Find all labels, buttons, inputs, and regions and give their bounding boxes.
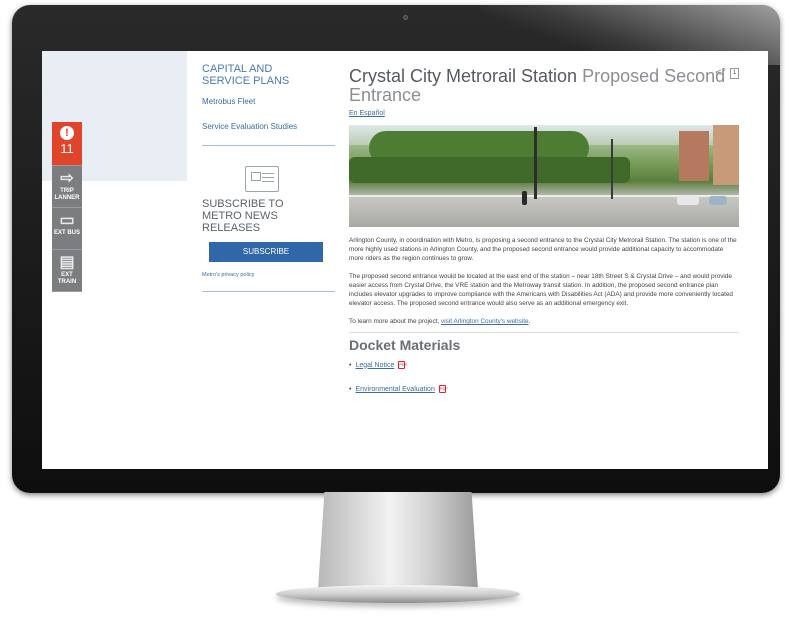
body-paragraph-3: To learn more about the project, visit A… (349, 317, 739, 326)
side-tools: ! 11 ⇨ TRIP LANNER ▭ EXT BUS ▤ EXT TRAIN (52, 122, 82, 292)
docket-item-label[interactable]: Legal Notice (355, 362, 394, 369)
trip-planner-label: TRIP LANNER (54, 188, 80, 201)
sidebar-link-service-evaluation[interactable]: Service Evaluation Studies (202, 122, 322, 131)
docket-item-environmental-evaluation[interactable]: • Environmental Evaluation PDF (349, 385, 739, 393)
monitor-stand-base (276, 585, 520, 603)
sidebar: CAPITAL AND SERVICE PLANS Metrobus Fleet… (202, 63, 335, 292)
next-train-label: EXT TRAIN (57, 272, 77, 285)
train-icon: ▤ (59, 254, 75, 271)
print-icon[interactable]: 1 (730, 67, 739, 79)
arrow-right-icon: ⇨ (60, 170, 74, 187)
para3-prefix: To learn more about the project, (349, 318, 442, 325)
espanol-link[interactable]: En Español (349, 110, 739, 117)
monitor-frame: ! 11 ⇨ TRIP LANNER ▭ EXT BUS ▤ EXT TRAIN… (12, 5, 780, 493)
sidebar-divider-bottom (202, 291, 335, 292)
subscribe-button[interactable]: SUBSCRIBE (209, 242, 323, 262)
alerts-count: 11 (60, 141, 74, 156)
main-content: <° 1 Crystal City Metrorail Station Prop… (349, 67, 739, 393)
webcam (403, 15, 408, 20)
pdf-icon: PDF (398, 361, 408, 369)
next-bus-tool[interactable]: ▭ EXT BUS (52, 208, 82, 250)
next-train-tool[interactable]: ▤ EXT TRAIN (52, 250, 82, 292)
page-title: Crystal City Metrorail Station Proposed … (349, 67, 739, 105)
next-bus-label: EXT BUS (53, 230, 80, 236)
para3-suffix: . (528, 318, 531, 325)
monitor-stand-neck (318, 492, 478, 590)
bus-icon: ▭ (59, 212, 75, 229)
body-paragraph-1: Arlington County, in coordination with M… (349, 237, 737, 262)
share-icon[interactable]: <° (715, 67, 726, 79)
docket-item-label[interactable]: Environmental Evaluation (355, 386, 434, 393)
newspaper-icon (245, 166, 279, 192)
pdf-icon: PDF (438, 385, 448, 393)
docket-heading: Docket Materials (349, 337, 461, 353)
body-paragraph-2: The proposed second entrance would be lo… (349, 273, 733, 307)
station-photo (349, 125, 739, 227)
privacy-policy-link[interactable]: Metro's privacy policy (202, 272, 322, 278)
trip-planner-tool[interactable]: ⇨ TRIP LANNER (52, 166, 82, 208)
section-divider (349, 332, 739, 333)
sidebar-link-metrobus-fleet[interactable]: Metrobus Fleet (202, 97, 322, 106)
share-tools: <° 1 (715, 67, 739, 79)
page-title-main: Crystal City Metrorail Station (349, 66, 578, 86)
arlington-website-link[interactable]: visit Arlington County's website (441, 318, 529, 325)
exclamation-icon: ! (60, 126, 74, 140)
browser-screen: ! 11 ⇨ TRIP LANNER ▭ EXT BUS ▤ EXT TRAIN… (42, 51, 768, 469)
sidebar-divider (202, 145, 335, 146)
docket-item-legal-notice[interactable]: • Legal Notice PDF (349, 361, 739, 369)
alerts-tool[interactable]: ! 11 (52, 122, 82, 166)
sidebar-heading[interactable]: CAPITAL AND SERVICE PLANS (202, 63, 322, 87)
subscribe-heading: SUBSCRIBE TO METRO NEWS RELEASES (202, 198, 284, 234)
